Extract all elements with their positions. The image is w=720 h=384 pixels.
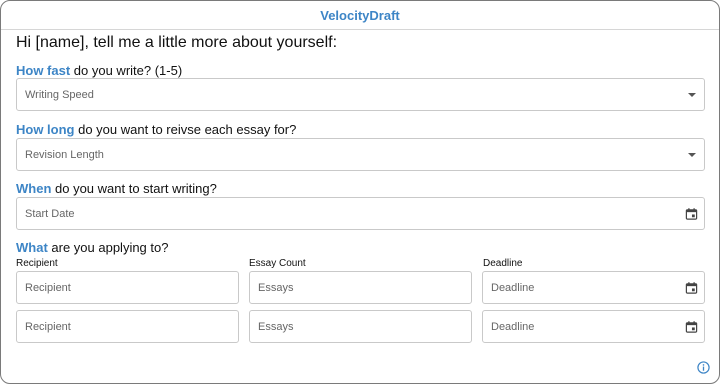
question-start: When do you want to start writing?: [16, 181, 217, 196]
recipient-placeholder: Recipient: [25, 281, 71, 294]
revision-length-select[interactable]: Revision Length: [16, 138, 705, 171]
column-header-deadline: Deadline: [483, 258, 523, 269]
question-speed-text: do you write? (1-5): [70, 63, 183, 78]
question-applying-highlight: What: [16, 240, 48, 255]
question-speed-highlight: How fast: [16, 63, 71, 78]
deadline-field[interactable]: Deadline: [482, 271, 705, 304]
deadline-placeholder: Deadline: [491, 320, 535, 333]
question-applying: What are you applying to?: [16, 240, 168, 255]
app-title: VelocityDraft: [320, 7, 400, 23]
chevron-down-icon: [688, 92, 696, 97]
info-icon[interactable]: [697, 361, 710, 374]
revision-length-placeholder: Revision Length: [25, 148, 104, 161]
essays-placeholder: Essays: [258, 281, 294, 294]
question-start-text: do you want to start writing?: [51, 181, 217, 196]
column-header-recipient: Recipient: [16, 258, 58, 269]
question-revision-text: do you want to reivse each essay for?: [74, 122, 297, 137]
recipient-input[interactable]: Recipient: [16, 271, 239, 304]
essays-input[interactable]: Essays: [249, 310, 472, 343]
question-revision: How long do you want to reivse each essa…: [16, 122, 296, 137]
deadline-placeholder: Deadline: [491, 281, 535, 294]
app-header: VelocityDraft: [1, 1, 719, 30]
question-speed: How fast do you write? (1-5): [16, 63, 182, 78]
recipient-placeholder: Recipient: [25, 320, 71, 333]
column-header-essay-count: Essay Count: [249, 258, 306, 269]
page-greeting: Hi [name], tell me a little more about y…: [16, 34, 338, 51]
writing-speed-select[interactable]: Writing Speed: [16, 78, 705, 111]
calendar-icon[interactable]: [685, 320, 698, 333]
question-applying-text: are you applying to?: [47, 240, 169, 255]
start-date-field[interactable]: Start Date: [16, 197, 705, 230]
essays-input[interactable]: Essays: [249, 271, 472, 304]
chevron-down-icon: [688, 152, 696, 157]
essays-placeholder: Essays: [258, 320, 294, 333]
deadline-field[interactable]: Deadline: [482, 310, 705, 343]
question-start-highlight: When: [16, 181, 52, 196]
calendar-icon[interactable]: [685, 281, 698, 294]
app-window: VelocityDraft Hi [name], tell me a littl…: [0, 0, 720, 384]
start-date-placeholder: Start Date: [25, 207, 75, 220]
calendar-icon[interactable]: [685, 207, 698, 220]
recipient-input[interactable]: Recipient: [16, 310, 239, 343]
question-revision-highlight: How long: [16, 122, 75, 137]
writing-speed-placeholder: Writing Speed: [25, 88, 94, 101]
